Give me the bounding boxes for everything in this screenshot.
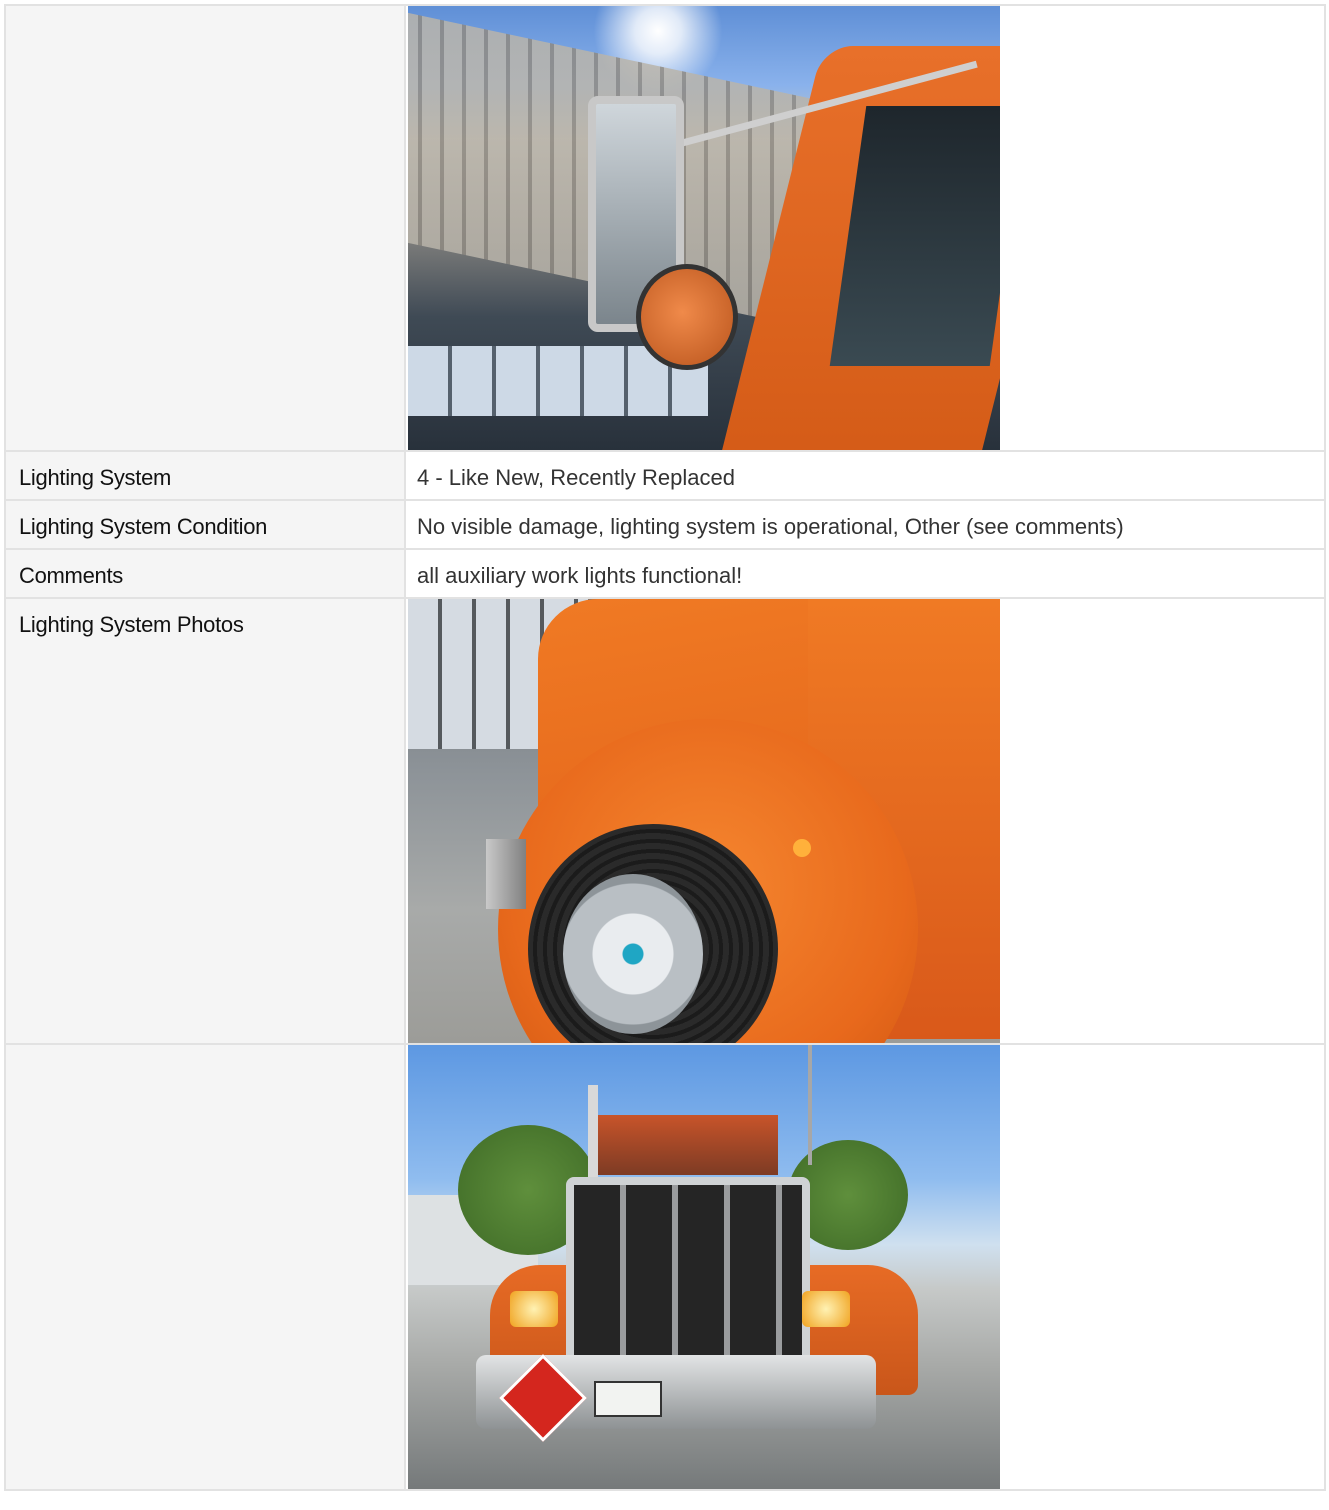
headlight-right (802, 1291, 850, 1327)
row-label-text: Lighting System Condition (19, 514, 268, 539)
table-row: Lighting System 4 - Like New, Recently R… (4, 450, 1326, 501)
table-row: Comments all auxiliary work lights funct… (4, 548, 1326, 599)
inspection-report-table: Lighting System 4 - Like New, Recently R… (4, 4, 1326, 1491)
row-label-text (6, 1045, 404, 1059)
row-value (404, 1043, 1326, 1491)
row-label-text: Lighting System (19, 465, 172, 490)
row-label-text (6, 6, 404, 20)
row-label: Lighting System Photos (4, 597, 406, 1045)
row-label-text: Lighting System Photos (19, 612, 244, 637)
table-row (4, 1043, 1326, 1491)
row-value: 4 - Like New, Recently Replaced (404, 450, 1326, 501)
front-fender-wheel-photo[interactable] (408, 599, 1000, 1043)
cab-roof (598, 1115, 778, 1175)
table-row: Lighting System Photos (4, 597, 1326, 1045)
row-value-text: No visible damage, lighting system is op… (417, 514, 1124, 539)
row-value: No visible damage, lighting system is op… (404, 499, 1326, 550)
row-value (404, 597, 1326, 1045)
headlight-left (510, 1291, 558, 1327)
marker-light (793, 839, 811, 857)
table-row (4, 4, 1326, 452)
row-label: Lighting System (4, 450, 406, 501)
truck-grille (566, 1177, 810, 1379)
row-label: Comments (4, 548, 406, 599)
antenna (808, 1045, 812, 1165)
row-label-text: Comments (19, 563, 123, 588)
license-plate (594, 1381, 662, 1417)
row-value (404, 4, 1326, 452)
truck-front-photo[interactable] (408, 1045, 1000, 1489)
row-value-text: all auxiliary work lights functional! (417, 563, 743, 588)
row-label: Lighting System Condition (4, 499, 406, 550)
side-mirror-photo[interactable] (408, 6, 1000, 450)
wheel-rim (563, 874, 703, 1034)
row-value: all auxiliary work lights functional! (404, 548, 1326, 599)
front-bumper (486, 839, 526, 909)
row-value-text: 4 - Like New, Recently Replaced (417, 465, 735, 490)
row-label (4, 1043, 406, 1491)
table-row: Lighting System Condition No visible dam… (4, 499, 1326, 550)
row-label (4, 4, 406, 452)
convex-mirror (636, 264, 738, 370)
